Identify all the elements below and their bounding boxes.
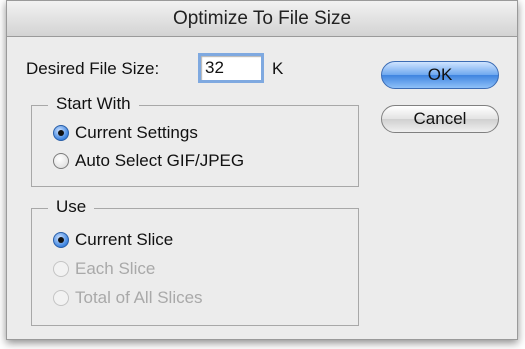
radio-label: Current Slice <box>75 230 174 249</box>
radio-auto-select[interactable]: Auto Select GIF/JPEG <box>53 151 244 171</box>
dialog-title: Optimize To File Size <box>172 7 352 29</box>
radio-label: Each Slice <box>75 259 156 278</box>
radio-current-slice[interactable]: Current Slice <box>53 230 173 250</box>
radio-label: Current Settings <box>75 123 198 142</box>
radio-total-all-slices[interactable]: Total of All Slices <box>53 288 203 308</box>
radio-current-settings[interactable]: Current Settings <box>53 123 198 143</box>
radio-label: Auto Select GIF/JPEG <box>75 151 245 170</box>
radio-disabled-icon <box>53 261 69 277</box>
radio-selected-icon <box>53 232 69 248</box>
radio-unselected-icon <box>53 153 69 169</box>
desired-size-input[interactable] <box>198 53 264 83</box>
ok-button[interactable]: OK <box>381 61 499 89</box>
radio-each-slice[interactable]: Each Slice <box>53 259 155 279</box>
desired-size-unit: K <box>272 59 284 78</box>
radio-disabled-icon <box>53 290 69 306</box>
optimize-dialog: Optimize To File Size Desired File Size:… <box>6 0 518 340</box>
start-with-group: Start With <box>31 94 359 187</box>
radio-label: Total of All Slices <box>75 288 203 307</box>
radio-selected-icon <box>53 125 69 141</box>
start-with-title: Start With <box>48 94 139 114</box>
desired-size-label: Desired File Size: <box>26 59 160 78</box>
use-title: Use <box>48 197 95 217</box>
dialog-titlebar[interactable]: Optimize To File Size <box>7 1 517 37</box>
cancel-button[interactable]: Cancel <box>381 105 499 133</box>
